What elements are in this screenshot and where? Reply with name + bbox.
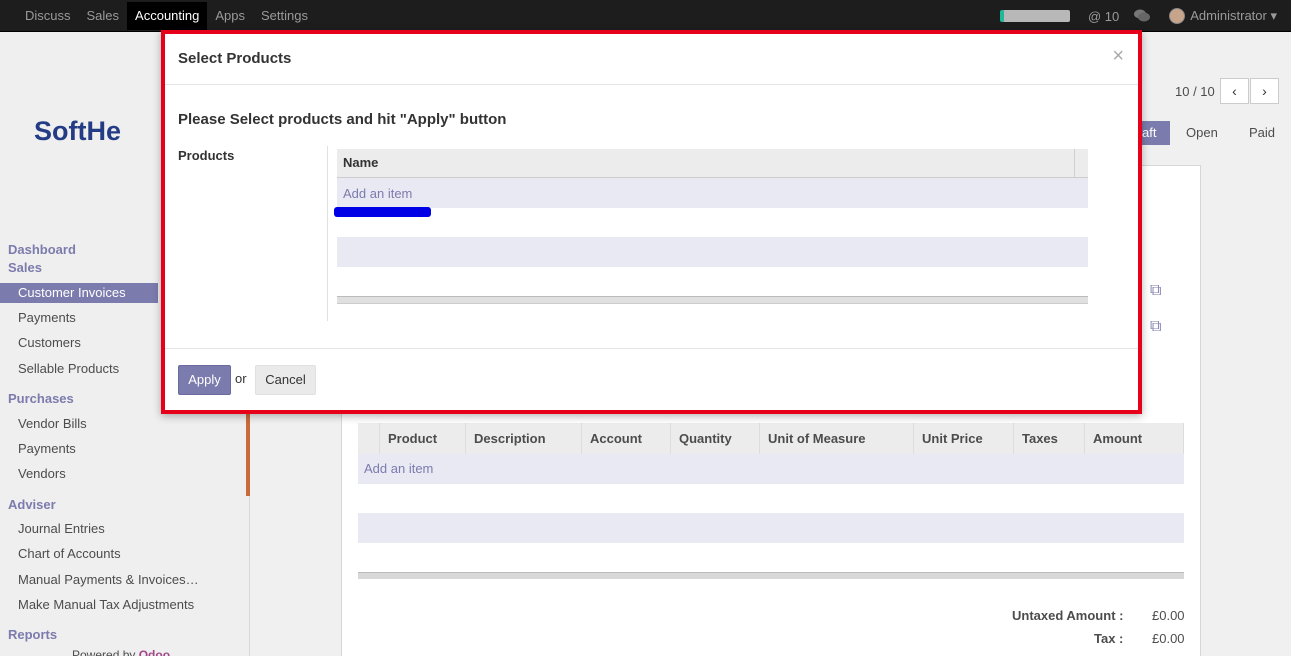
cancel-button[interactable]: Cancel xyxy=(255,365,316,395)
table-row xyxy=(337,237,1088,267)
add-product-link[interactable]: Add an item xyxy=(343,186,412,201)
or-separator: or xyxy=(235,371,247,386)
close-icon[interactable]: × xyxy=(1112,46,1124,66)
dialog-footer: Apply or Cancel xyxy=(165,348,1138,414)
field-divider xyxy=(327,146,328,321)
products-table-footer xyxy=(337,296,1088,304)
dialog-header: Select Products × xyxy=(165,34,1138,85)
column-divider xyxy=(1074,149,1075,178)
dialog-title: Select Products xyxy=(178,50,292,67)
table-row xyxy=(337,178,1088,208)
dialog-instructions: Please Select products and hit "Apply" b… xyxy=(178,111,507,128)
apply-button[interactable]: Apply xyxy=(178,365,231,395)
annotation-underline xyxy=(334,207,431,217)
products-table-header: Name xyxy=(337,149,1088,178)
column-name[interactable]: Name xyxy=(343,155,378,170)
products-field-label: Products xyxy=(178,148,235,163)
select-products-dialog: Select Products × Please Select products… xyxy=(161,30,1142,414)
